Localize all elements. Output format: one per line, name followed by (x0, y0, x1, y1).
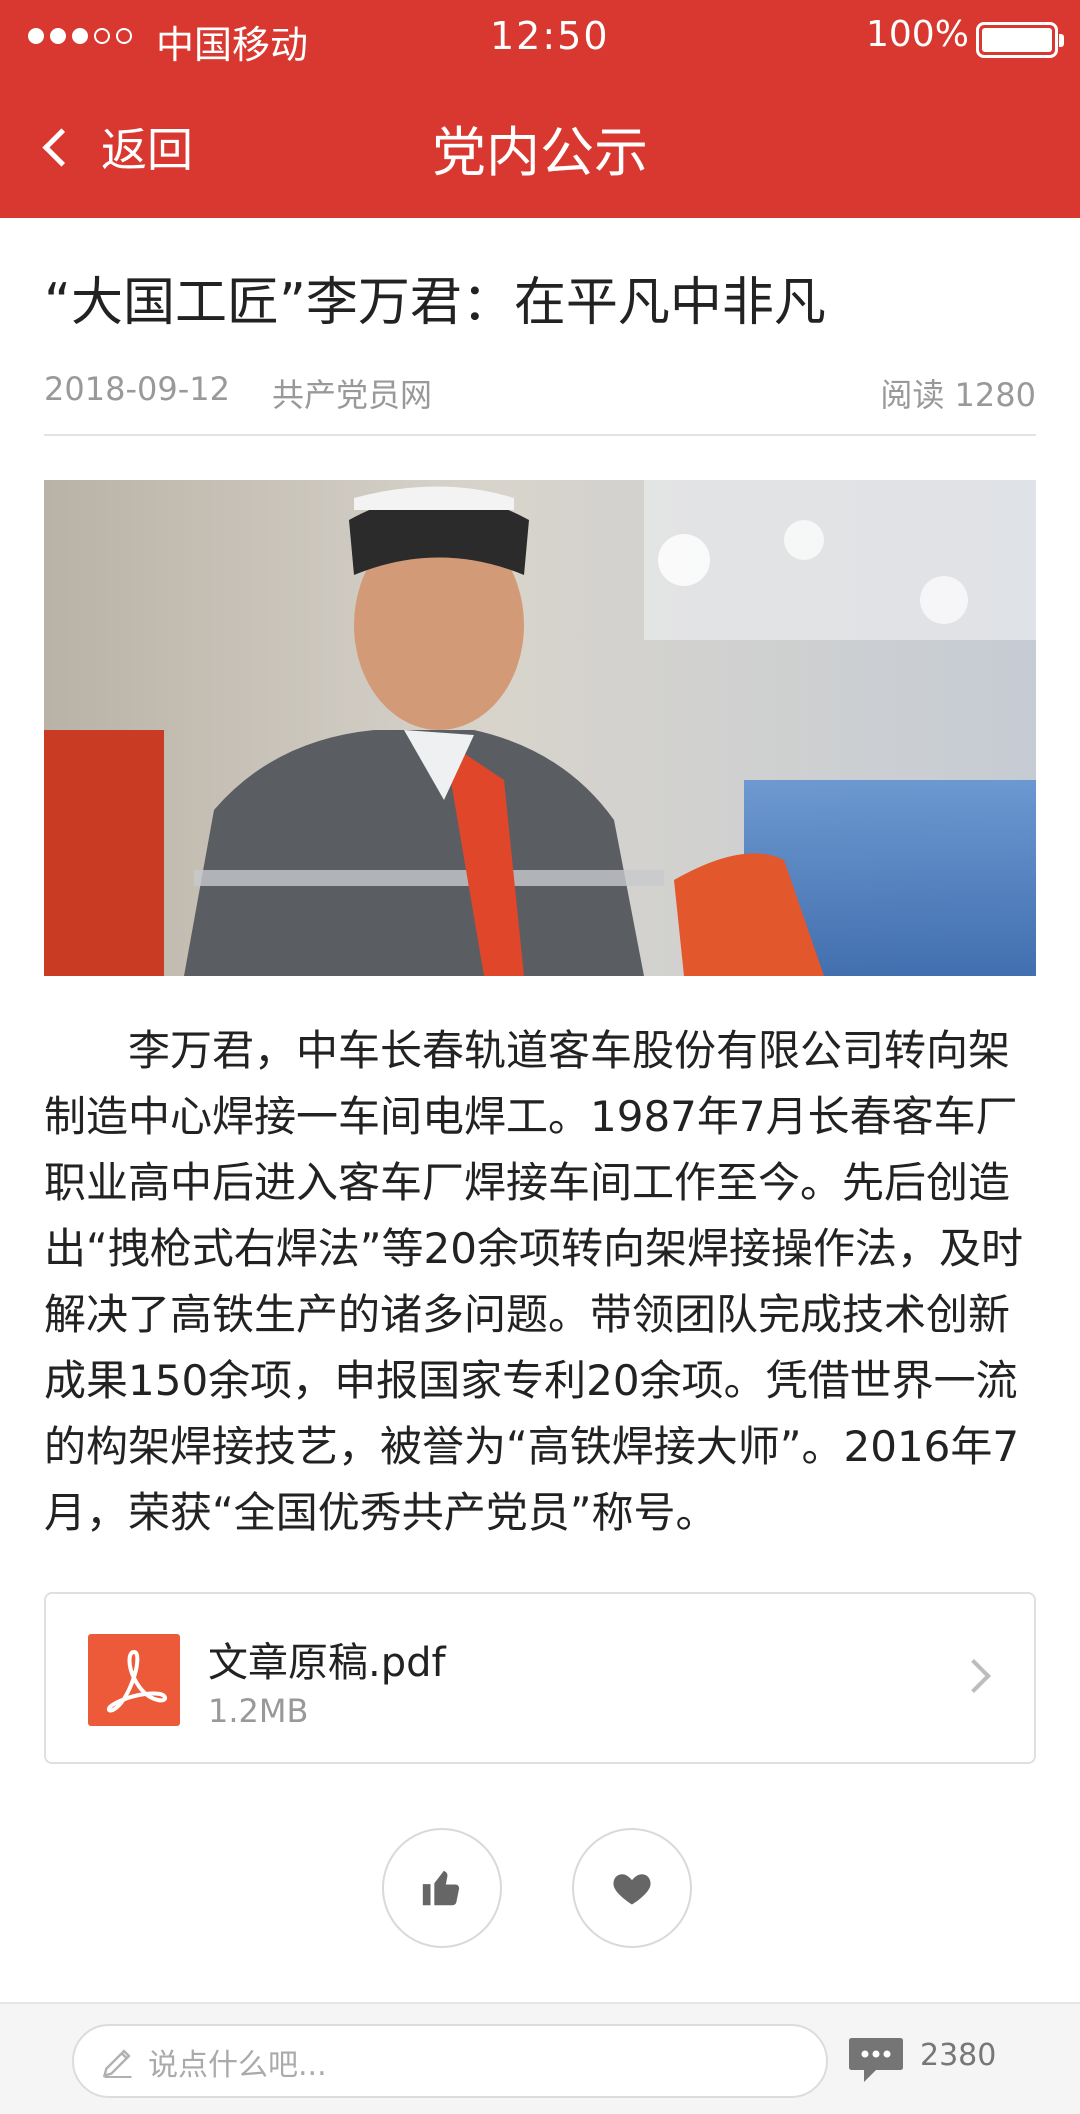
comment-bar: 说点什么吧... 2380 (0, 2002, 1080, 2114)
comment-count: 2380 (920, 2038, 997, 2073)
favorite-button[interactable] (572, 1828, 692, 1948)
carrier-name: 中国移动 (156, 23, 309, 67)
heart-icon (613, 1874, 651, 1905)
article-photo (44, 480, 1036, 976)
comment-icon[interactable] (846, 2034, 906, 2086)
app-header: 中国移动 12:50 100% 返回 党内公示 (0, 0, 1080, 218)
read-count: 阅读 1280 (880, 376, 1036, 414)
like-button[interactable] (382, 1828, 502, 1948)
attachment-card[interactable]: 文章原稿.pdf 1.2MB (44, 1592, 1036, 1764)
comment-placeholder: 说点什么吧... (148, 2048, 327, 2083)
article-title: “大国工匠”李万君：在平凡中非凡 (44, 273, 826, 333)
chevron-right-icon (957, 1659, 991, 1693)
thumbs-up-icon (422, 1870, 460, 1906)
battery-percent: 100% (866, 14, 969, 55)
battery-icon (976, 22, 1064, 58)
status-bar: 中国移动 12:50 100% (0, 0, 1080, 78)
status-time: 12:50 (490, 14, 610, 58)
page-title: 党内公示 (432, 121, 648, 184)
pencil-icon (102, 2049, 132, 2079)
article-date: 2018-09-12 (44, 370, 230, 408)
pdf-icon (88, 1634, 180, 1726)
comment-input[interactable]: 说点什么吧... (72, 2024, 828, 2098)
attachment-size: 1.2MB (208, 1692, 309, 1730)
article-body: 李万君，中车长春轨道客车股份有限公司转向架制造中心焊接一车间电焊工。1987年7… (44, 1026, 1023, 1537)
signal-strength-icon (28, 28, 132, 44)
attachment-name: 文章原稿.pdf (208, 1640, 446, 1686)
article-source: 共产党员网 (272, 376, 433, 414)
divider (44, 434, 1036, 436)
